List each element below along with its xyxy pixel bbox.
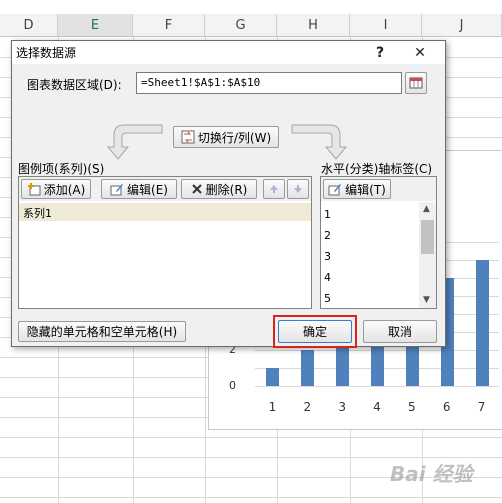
legend-entries-label: 图例项(系列)(S)	[18, 162, 105, 176]
axis-list: 1 2 3 4 5	[321, 201, 417, 308]
left-curved-arrow-icon	[106, 124, 163, 160]
list-item[interactable]: 5	[324, 292, 331, 305]
dialog-title: 选择数据源	[16, 46, 77, 60]
add-series-button[interactable]: 添加(A)	[21, 179, 91, 199]
move-up-button[interactable]	[263, 179, 285, 199]
collapse-range-button[interactable]	[405, 72, 427, 94]
axis-labels-panel: 编辑(T) 1 2 3 4 5 ▲ ▼	[320, 176, 437, 309]
scrollbar-thumb[interactable]	[421, 220, 434, 254]
move-down-button[interactable]	[287, 179, 309, 199]
watermark: Bai 经验	[390, 462, 473, 486]
column-header-e[interactable]: E	[58, 14, 133, 37]
ok-button[interactable]: 确定	[278, 320, 352, 343]
series-item-label: 系列1	[23, 207, 52, 220]
x-tick-label: 6	[442, 400, 451, 414]
cancel-button[interactable]: 取消	[363, 320, 437, 343]
add-icon	[27, 182, 41, 196]
list-item[interactable]: 3	[324, 250, 331, 263]
range-label: 图表数据区域(D):	[27, 78, 122, 92]
right-curved-arrow-icon	[291, 124, 348, 160]
x-tick-label: 3	[338, 400, 346, 414]
list-item[interactable]: 1	[324, 208, 331, 221]
column-header-f[interactable]: F	[133, 14, 205, 37]
delete-series-button[interactable]: 删除(R)	[181, 179, 257, 199]
edit-axis-labels-button[interactable]: 编辑(T)	[323, 179, 391, 199]
x-tick-label: 1	[268, 400, 277, 414]
grid-row-line	[0, 497, 502, 498]
y-tick-label: 0	[229, 379, 236, 392]
excel-window: D E F G H I J 0 2 1 2 3 4 5 6 7 选择数据源 ? ✕ 图表数据区域…	[0, 0, 502, 503]
edit-axis-labels-label: 编辑(T)	[345, 182, 386, 197]
edit-series-button[interactable]: 编辑(E)	[101, 179, 177, 199]
select-data-source-dialog: 选择数据源 ? ✕ 图表数据区域(D): =Sheet1!$A$1:$A$10 …	[11, 40, 446, 348]
range-input[interactable]: =Sheet1!$A$1:$A$10	[136, 72, 402, 94]
hidden-empty-cells-button[interactable]: 隐藏的单元格和空单元格(H)	[18, 321, 186, 342]
delete-series-label: 删除(R)	[205, 182, 248, 197]
chart-bar[interactable]	[475, 260, 489, 386]
edit-series-label: 编辑(E)	[127, 182, 168, 197]
arrow-up-icon	[269, 184, 279, 194]
switch-icon	[181, 130, 195, 144]
axis-list-scrollbar[interactable]: ▲ ▼	[419, 202, 436, 308]
legend-entries-panel: 添加(A) 编辑(E) 删除(R) 系列1	[18, 176, 312, 309]
axis-labels-label: 水平(分类)轴标签(C)	[321, 162, 433, 176]
x-tick-label: 4	[373, 400, 381, 414]
arrow-down-icon	[293, 184, 303, 194]
chart-bar[interactable]	[301, 350, 315, 386]
column-header-d[interactable]: D	[0, 14, 58, 37]
column-header-h[interactable]: H	[277, 14, 350, 37]
switch-row-column-label: 切换行/列(W)	[197, 130, 272, 145]
edit-icon	[110, 182, 124, 196]
scroll-down-icon[interactable]: ▼	[423, 295, 430, 305]
scroll-up-icon[interactable]: ▲	[423, 204, 430, 214]
series-list: 系列1	[19, 201, 311, 308]
series-item-selected[interactable]	[19, 203, 311, 221]
edit-axis-icon	[328, 182, 342, 196]
x-tick-label: 5	[408, 400, 416, 414]
column-header-j[interactable]: J	[422, 14, 502, 37]
range-picker-icon	[409, 76, 423, 90]
x-tick-label: 2	[303, 400, 312, 414]
chart-bar[interactable]	[266, 368, 280, 386]
column-header-i[interactable]: I	[350, 14, 422, 37]
switch-row-column-button[interactable]: 切换行/列(W)	[173, 126, 279, 148]
close-button[interactable]: ✕	[409, 43, 431, 63]
add-series-label: 添加(A)	[43, 182, 86, 197]
list-item[interactable]: 2	[324, 229, 331, 242]
delete-icon	[191, 183, 203, 195]
grid-row-line	[0, 437, 502, 438]
x-tick-label: 7	[477, 400, 486, 414]
help-button[interactable]: ?	[369, 43, 391, 63]
chart-gridline	[255, 386, 499, 387]
list-item[interactable]: 4	[324, 271, 331, 284]
column-header-g[interactable]: G	[205, 14, 277, 37]
